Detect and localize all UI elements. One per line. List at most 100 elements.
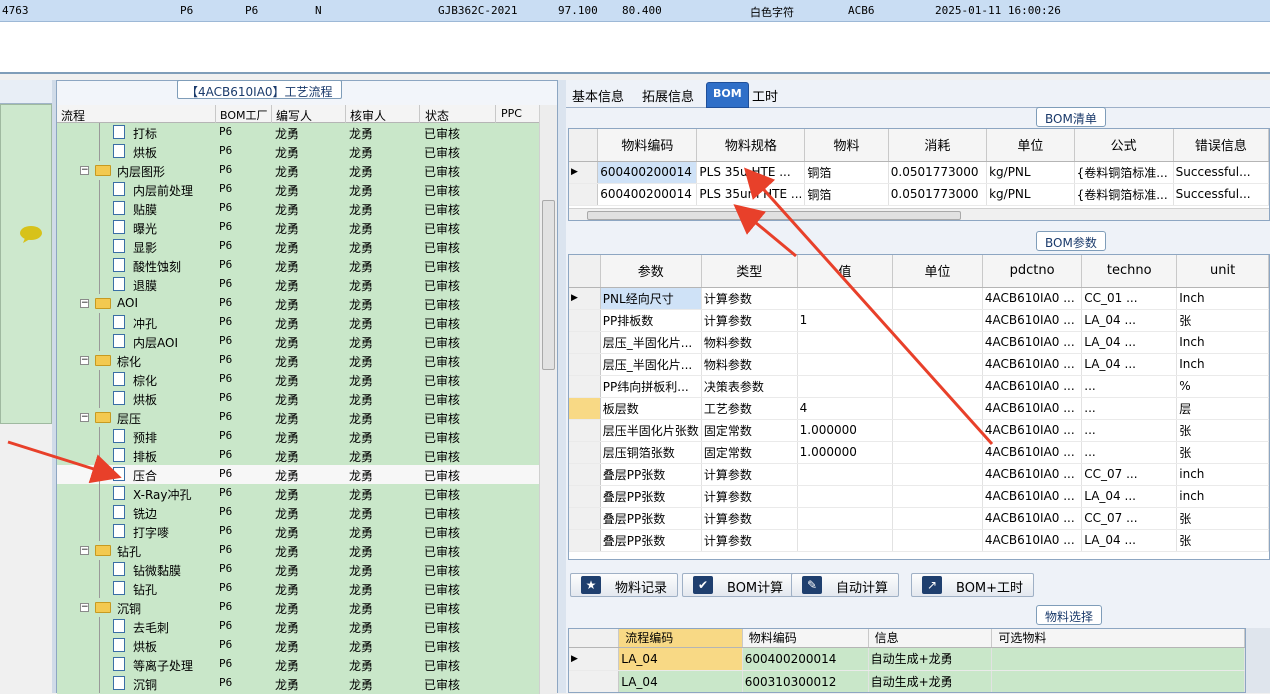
table-cell[interactable] (892, 463, 983, 486)
table-cell[interactable]: PP排板数 (600, 309, 702, 332)
bom-calc-button[interactable]: ✔ BOM计算 (682, 573, 795, 597)
table-cell[interactable]: 工艺参数 (701, 397, 798, 420)
column-header[interactable]: 物料规格 (696, 129, 806, 162)
table-cell[interactable] (797, 507, 894, 530)
row-header[interactable] (569, 529, 601, 552)
table-cell[interactable]: Inch (1176, 353, 1269, 376)
col-header-flow[interactable]: 流程 (61, 107, 85, 124)
table-cell[interactable]: PNL经向尺寸 (600, 287, 702, 310)
column-header[interactable]: techno (1081, 255, 1178, 288)
table-cell[interactable]: 叠层PP张数 (600, 507, 702, 530)
table-cell[interactable]: 张 (1176, 529, 1269, 552)
flow-row[interactable]: − 棕化 P6 龙勇 龙勇 已审核 (57, 351, 539, 370)
table-cell[interactable]: {卷料铜箔标准... (1074, 183, 1174, 206)
table-cell[interactable]: 计算参数 (701, 287, 798, 310)
column-header[interactable]: 值 (797, 255, 894, 288)
table-cell[interactable]: 4 (797, 397, 894, 420)
flow-row[interactable]: − 沉铜 P6 龙勇 龙勇 已审核 (57, 598, 539, 617)
table-cell[interactable]: 4ACB610IA0 ... (982, 331, 1083, 354)
flow-row[interactable]: 显影 P6 龙勇 龙勇 已审核 (57, 237, 539, 256)
table-cell[interactable] (797, 463, 894, 486)
table-row[interactable]: ▶ 600400200014 PLS 35u HTE ... 铜箔 0.05017730… (569, 161, 1269, 184)
tab-work-hours[interactable]: 工时 (752, 86, 778, 105)
table-cell[interactable]: 计算参数 (701, 507, 798, 530)
collapse-toggle-icon[interactable]: − (80, 166, 89, 175)
column-header[interactable]: 类型 (701, 255, 798, 288)
table-cell[interactable]: 决策表参数 (701, 375, 798, 398)
flow-row[interactable]: − AOI P6 龙勇 龙勇 已审核 (57, 294, 539, 313)
table-row[interactable]: LA_04 600310300012 自动生成+龙勇 (569, 670, 1245, 692)
table-row[interactable]: 叠层PP张数 计算参数 4ACB610IA0 ... CC_07 ... inch (569, 463, 1269, 486)
row-header[interactable] (569, 507, 601, 530)
table-cell[interactable] (892, 397, 983, 420)
table-cell[interactable]: 4ACB610IA0 ... (982, 375, 1083, 398)
table-cell[interactable] (991, 670, 1245, 692)
table-cell[interactable]: 板层数 (600, 397, 702, 420)
flow-row[interactable]: 内层前处理 P6 龙勇 龙勇 已审核 (57, 180, 539, 199)
scroll-thumb[interactable] (542, 200, 555, 370)
table-cell[interactable]: ... (1081, 397, 1178, 420)
table-cell[interactable]: LA_04 ... (1081, 309, 1178, 332)
table-cell[interactable]: 1.000000 (797, 419, 894, 442)
flow-row[interactable]: 曝光 P6 龙勇 龙勇 已审核 (57, 218, 539, 237)
col-header-bom-factory[interactable]: BOM工厂 (220, 107, 268, 123)
table-cell[interactable]: LA_04 ... (1081, 485, 1178, 508)
row-header[interactable] (569, 441, 601, 464)
column-header[interactable]: 物料编码 (597, 129, 698, 162)
table-cell[interactable]: 4ACB610IA0 ... (982, 485, 1083, 508)
table-cell[interactable]: 600400200014 (742, 647, 869, 671)
table-cell[interactable]: 层 (1176, 397, 1269, 420)
column-header[interactable]: 单位 (986, 129, 1075, 162)
table-cell[interactable] (991, 647, 1245, 671)
flow-row[interactable]: 打标 P6 龙勇 龙勇 已审核 (57, 123, 539, 142)
table-cell[interactable]: 层压_半固化片... (600, 331, 702, 354)
table-cell[interactable]: 0.0501773000 (888, 161, 988, 184)
table-cell[interactable] (892, 287, 983, 310)
col-header-ppc[interactable]: PPC (501, 107, 522, 120)
column-header[interactable]: 错误信息 (1173, 129, 1269, 162)
table-cell[interactable] (892, 419, 983, 442)
table-cell[interactable]: 600400200014 (597, 183, 698, 206)
table-cell[interactable]: kg/PNL (986, 161, 1075, 184)
table-cell[interactable]: Successful... (1173, 161, 1269, 184)
table-row[interactable]: 叠层PP张数 计算参数 4ACB610IA0 ... CC_07 ... 张 (569, 507, 1269, 530)
collapse-toggle-icon[interactable]: − (80, 546, 89, 555)
table-row[interactable]: 板层数 工艺参数 4 4ACB610IA0 ...... 层 (569, 397, 1269, 420)
table-cell[interactable] (797, 485, 894, 508)
col-header-reviewer[interactable]: 核审人 (350, 107, 386, 124)
table-cell[interactable]: 固定常数 (701, 441, 798, 464)
row-header[interactable] (569, 463, 601, 486)
material-select-grid[interactable]: 流程编码 物料编码 信息 可选物料 ▶ LA_04 600400200014 自动生成+龙勇… (568, 628, 1246, 693)
flow-row[interactable]: 去毛刺 P6 龙勇 龙勇 已审核 (57, 617, 539, 636)
table-cell[interactable]: 4ACB610IA0 ... (982, 441, 1083, 464)
chat-bubble-icon[interactable] (19, 225, 43, 243)
table-cell[interactable] (892, 507, 983, 530)
table-cell[interactable]: 0.0501773000 (888, 183, 988, 206)
material-record-button[interactable]: ★ 物料记录 (570, 573, 679, 597)
table-cell[interactable] (892, 485, 983, 508)
table-cell[interactable]: 4ACB610IA0 ... (982, 529, 1083, 552)
flow-row[interactable]: − 内层图形 P6 龙勇 龙勇 已审核 (57, 161, 539, 180)
center-splitter[interactable] (558, 80, 566, 693)
row-header[interactable] (569, 375, 601, 398)
column-header[interactable]: pdctno (982, 255, 1083, 288)
table-row[interactable]: 600400200014 PLS 35um HTE ... 铜箔 0.05017730… (569, 183, 1269, 206)
table-cell[interactable]: 1.000000 (797, 441, 894, 464)
flow-row[interactable]: 铣边 P6 龙勇 龙勇 已审核 (57, 503, 539, 522)
table-row[interactable]: PP纬向拼板利... 决策表参数 4ACB610IA0 ......% (569, 375, 1269, 398)
bom-list-hscrollbar[interactable] (569, 208, 1269, 220)
table-row[interactable]: ▶ PNL经向尺寸 计算参数 4ACB610IA0 ... CC_01 ... Inch (569, 287, 1269, 310)
column-header[interactable]: 物料 (804, 129, 889, 162)
flow-row[interactable]: X-Ray冲孔 P6 龙勇 龙勇 已审核 (57, 484, 539, 503)
table-cell[interactable]: 4ACB610IA0 ... (982, 397, 1083, 420)
col-header-status[interactable]: 状态 (425, 107, 449, 124)
collapse-toggle-icon[interactable]: − (80, 413, 89, 422)
table-cell[interactable]: 张 (1176, 419, 1269, 442)
scroll-thumb[interactable] (587, 211, 961, 220)
process-flow-tree-grid[interactable]: 流程 BOM工厂 编写人 核审人 状态 PPC 打标 P6 龙勇 龙勇 已审核 烘板 P6 龙… (57, 105, 539, 694)
flow-row[interactable]: 压合 P6 龙勇 龙勇 已审核 (57, 465, 539, 484)
table-cell[interactable]: 计算参数 (701, 485, 798, 508)
column-header[interactable]: 公式 (1074, 129, 1174, 162)
table-cell[interactable]: Inch (1176, 331, 1269, 354)
table-cell[interactable]: 4ACB610IA0 ... (982, 287, 1083, 310)
